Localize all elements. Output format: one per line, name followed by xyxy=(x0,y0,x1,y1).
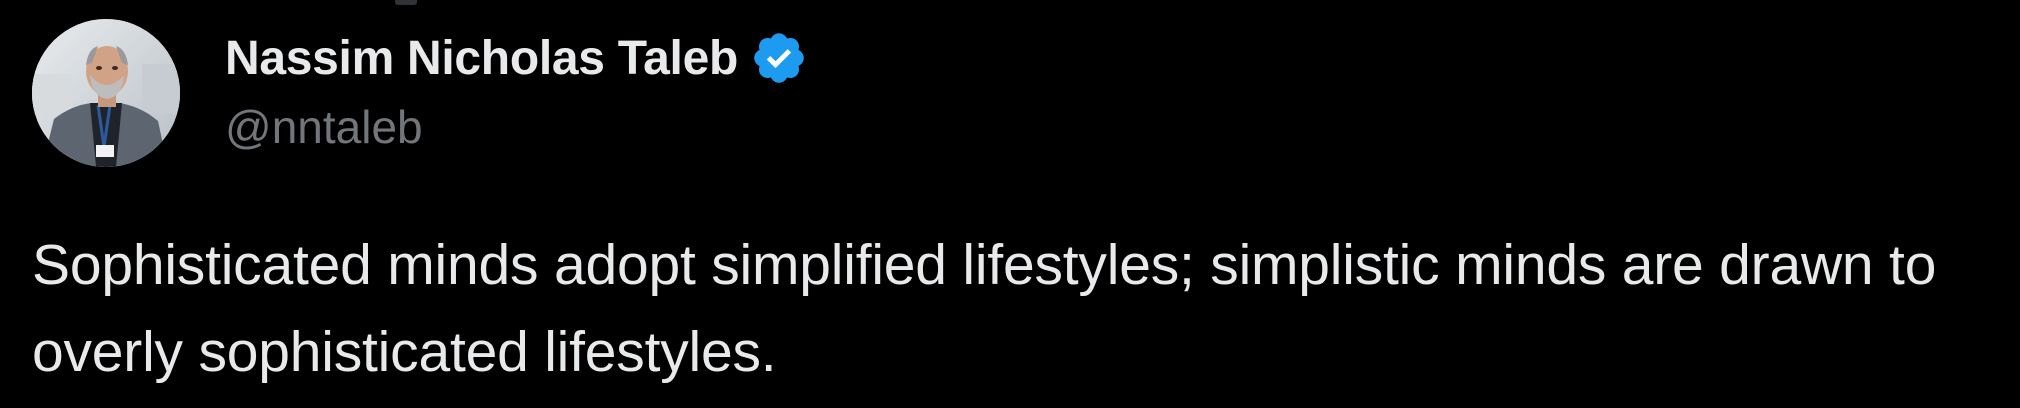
avatar[interactable] xyxy=(32,19,180,167)
tweet-card: Nassim Nicholas Taleb @nntaleb Sophistic… xyxy=(0,0,2020,408)
avatar-photo xyxy=(32,19,180,167)
author-handle[interactable]: @nntaleb xyxy=(225,100,423,154)
tweet-text: Sophisticated minds adopt simplified lif… xyxy=(32,233,1937,384)
author-name-row: Nassim Nicholas Taleb xyxy=(225,28,808,88)
verified-badge-icon[interactable] xyxy=(750,29,808,87)
author-display-name[interactable]: Nassim Nicholas Taleb xyxy=(225,31,738,86)
top-edge-fragment xyxy=(395,0,417,5)
